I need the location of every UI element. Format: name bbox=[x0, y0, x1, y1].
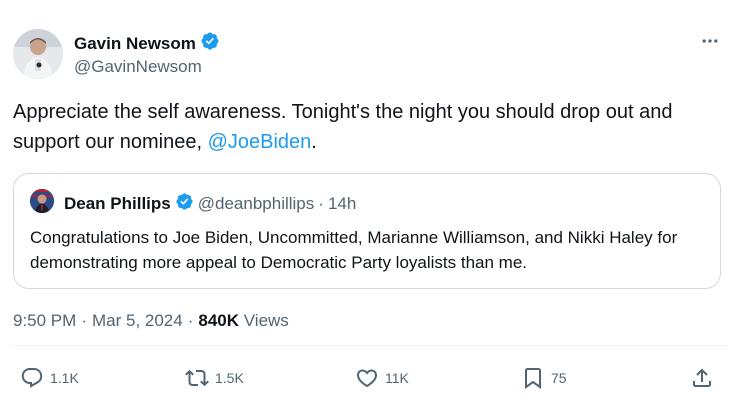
quoted-author-avatar[interactable] bbox=[30, 189, 54, 213]
repost-button[interactable]: 1.5K bbox=[185, 366, 244, 390]
more-options-button[interactable] bbox=[698, 30, 722, 52]
author-name-row[interactable]: Gavin Newsom bbox=[74, 31, 220, 56]
reply-count: 1.1K bbox=[50, 370, 79, 386]
like-button[interactable]: 11K bbox=[355, 366, 409, 390]
separator-dot: · bbox=[187, 311, 194, 330]
tweet-text-body: Appreciate the self awareness. Tonight's… bbox=[13, 101, 673, 153]
bookmark-button[interactable]: 75 bbox=[521, 366, 567, 390]
action-bar: 1.1K 1.5K 11K 75 bbox=[0, 366, 742, 402]
verified-badge-icon bbox=[200, 31, 220, 56]
quoted-tweet-card[interactable]: Dean Phillips @deanbphillips · 14h Congr… bbox=[13, 173, 721, 289]
repost-icon bbox=[185, 369, 209, 387]
tweet-time[interactable]: 9:50 PM bbox=[13, 311, 76, 331]
separator-dot: · bbox=[81, 311, 87, 330]
like-count: 11K bbox=[385, 370, 409, 386]
bookmark-icon bbox=[525, 368, 541, 389]
quoted-tweet-text: Congratulations to Joe Biden, Uncommitte… bbox=[30, 228, 678, 272]
mention-link[interactable]: @JoeBiden bbox=[208, 131, 312, 153]
repost-count: 1.5K bbox=[215, 370, 244, 386]
quoted-header: Dean Phillips @deanbphillips · 14h bbox=[64, 192, 356, 216]
quoted-timestamp[interactable]: 14h bbox=[328, 194, 356, 214]
quoted-author-handle[interactable]: @deanbphillips bbox=[198, 194, 315, 214]
verified-badge-icon bbox=[175, 192, 194, 216]
views-count: 840K bbox=[198, 311, 240, 330]
separator-dot: · bbox=[318, 194, 324, 213]
more-icon bbox=[702, 39, 718, 43]
divider bbox=[13, 345, 729, 346]
tweet-text: Appreciate the self awareness. Tonight's… bbox=[13, 97, 728, 157]
share-icon bbox=[693, 368, 711, 387]
author-handle[interactable]: @GavinNewsom bbox=[74, 57, 202, 77]
reply-button[interactable]: 1.1K bbox=[20, 366, 79, 390]
tweet-text-end: . bbox=[311, 131, 317, 153]
reply-icon bbox=[21, 368, 43, 388]
quoted-author-name[interactable]: Dean Phillips bbox=[64, 194, 171, 214]
share-button[interactable] bbox=[690, 366, 714, 390]
tweet-meta: 9:50 PM · Mar 5, 2024 · 840K Views bbox=[13, 311, 289, 331]
heart-icon bbox=[356, 369, 378, 388]
views-label: Views bbox=[243, 311, 289, 330]
views-stat[interactable]: 840K Views bbox=[198, 311, 288, 331]
tweet-date[interactable]: Mar 5, 2024 bbox=[92, 311, 183, 331]
author-name[interactable]: Gavin Newsom bbox=[74, 34, 196, 54]
bookmark-count: 75 bbox=[551, 370, 567, 386]
author-avatar[interactable] bbox=[13, 29, 63, 79]
